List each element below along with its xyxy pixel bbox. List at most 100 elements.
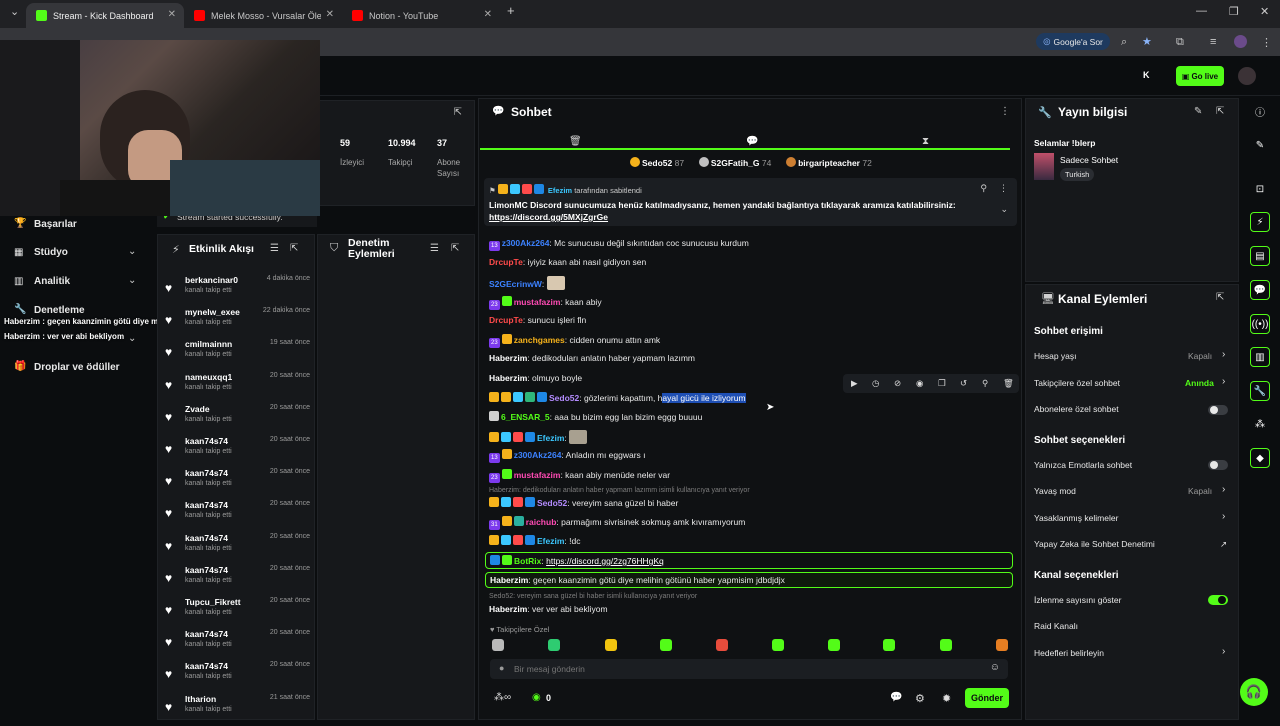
- chat-message[interactable]: DrcupTe: iyiyiz kaan abi nasıl gidiyon s…: [489, 257, 646, 267]
- subscribers-only-toggle[interactable]: [1208, 405, 1228, 415]
- chevron-down-icon[interactable]: ⌄: [1000, 204, 1008, 215]
- emote-icon[interactable]: [883, 639, 895, 651]
- settings-gear-icon[interactable]: ⚙: [915, 692, 925, 705]
- activity-item[interactable]: ♥ mynelw_exee kanalı takip etti 22 dakika ö…: [165, 307, 310, 339]
- profile-avatar[interactable]: [1234, 35, 1247, 48]
- popout-icon[interactable]: ⇱: [290, 243, 298, 254]
- chat-message[interactable]: 23 zanchgames: cidden onumu attın amk: [489, 334, 660, 348]
- activity-item[interactable]: ♥ kaan74s74 kanalı takip etti 20 saat önce: [165, 565, 310, 597]
- emote-icon[interactable]: [996, 639, 1008, 651]
- category-name[interactable]: Sadece Sohbet: [1060, 155, 1118, 165]
- emote-icon[interactable]: [940, 639, 952, 651]
- chat-username[interactable]: Haberzim: [489, 604, 527, 614]
- target-icon[interactable]: ⊡: [1250, 179, 1270, 199]
- google-ask-button[interactable]: ◎ Google'a Sor: [1036, 33, 1110, 50]
- kick-points-icon[interactable]: ⁂∞: [494, 692, 511, 703]
- raid-channel-button[interactable]: Raid Kanalı: [1034, 621, 1078, 631]
- close-icon[interactable]: ✕: [326, 9, 334, 20]
- kick-small-logo-icon[interactable]: K: [1143, 70, 1150, 80]
- activity-item[interactable]: ♥ kaan74s74 kanalı takip etti 20 saat önce: [165, 661, 310, 693]
- chat-message[interactable]: Efezim: !dc: [489, 535, 580, 546]
- tab-kick-dashboard[interactable]: Stream - Kick Dashboard ✕: [26, 3, 184, 28]
- chat-input[interactable]: [514, 661, 974, 677]
- trash-icon[interactable]: 🗑: [569, 136, 582, 147]
- chat-username[interactable]: Sedo52: [549, 393, 579, 403]
- chat-message[interactable]: Efezim:: [489, 430, 589, 444]
- filter-icon[interactable]: ☰: [430, 243, 439, 254]
- chat-message[interactable]: Haberzim: dedikoduları anlatın haber yap…: [489, 353, 695, 363]
- hourglass-icon[interactable]: ⧗: [922, 136, 929, 147]
- filter-icon[interactable]: ☰: [270, 243, 279, 254]
- activity-item[interactable]: ♥ kaan74s74 kanalı takip etti 20 saat önce: [165, 436, 310, 468]
- chat-message[interactable]: 23 mustafazim: kaan abiy: [489, 296, 602, 310]
- tab-search-icon[interactable]: ⌄: [10, 5, 19, 18]
- emote-icon[interactable]: [548, 639, 560, 651]
- chat-username[interactable]: Haberzim: [489, 373, 527, 383]
- chat-username[interactable]: 6_ENSAR_5: [501, 412, 550, 422]
- popout-icon[interactable]: ⇱: [451, 243, 459, 254]
- zoom-icon[interactable]: ⌕: [1121, 36, 1127, 49]
- minimize-icon[interactable]: —: [1196, 5, 1207, 17]
- chat-message[interactable]: Sedo52: gözlerimi kapattım, hayal gücü i…: [489, 392, 746, 403]
- pinned-link[interactable]: https://discord.gg/5MXjZgrGe: [489, 212, 608, 222]
- activity-item[interactable]: ♥ Zvade kanalı takip etti 20 saat önce: [165, 404, 310, 436]
- chat-message[interactable]: 23 mustafazim: kaan abiy menüde neler var: [489, 469, 670, 483]
- emote-icon[interactable]: [772, 639, 784, 651]
- chat-username[interactable]: Efezim: [537, 433, 564, 443]
- send-button[interactable]: Gönder: [965, 688, 1009, 708]
- emote-icon[interactable]: [660, 639, 672, 651]
- pinned-by-user[interactable]: Efezim: [548, 186, 572, 195]
- go-live-button[interactable]: ▣ Go live: [1176, 66, 1224, 86]
- chat-username[interactable]: S2GEcrinwW: [489, 279, 542, 289]
- chat-message[interactable]: Haberzim: geçen kaanzimin götü diye meli…: [485, 572, 1013, 588]
- reply-icon[interactable]: ◉: [916, 378, 923, 389]
- chat-username[interactable]: raichub: [526, 517, 557, 527]
- chat-message[interactable]: DrcupTe: sunucu işleri fln: [489, 315, 586, 325]
- activity-item[interactable]: ♥ kaan74s74 kanalı takip etti 20 saat önce: [165, 629, 310, 661]
- chat-message[interactable]: Haberzim: olmuyo boyle: [489, 373, 582, 383]
- chat-username[interactable]: Efezim: [537, 536, 564, 546]
- chat-username[interactable]: Sedo52: [537, 498, 567, 508]
- activity-item[interactable]: ♥ kaan74s74 kanalı takip etti 20 saat önce: [165, 500, 310, 532]
- undo-icon[interactable]: ↺: [960, 378, 967, 389]
- lightning-icon[interactable]: ⚡: [1250, 212, 1270, 232]
- chat-icon[interactable]: 💬: [1250, 280, 1270, 300]
- pin-icon[interactable]: ⚲: [982, 378, 988, 389]
- broadcast-icon[interactable]: ((•)): [1250, 314, 1270, 334]
- chat-username[interactable]: mustafazim: [514, 297, 561, 307]
- close-window-icon[interactable]: ✕: [1260, 5, 1269, 18]
- emote-icon[interactable]: [828, 639, 840, 651]
- chat-username[interactable]: Haberzim: [489, 353, 527, 363]
- chat-message[interactable]: BotRix: https://discord.gg/2zg76HHgKq: [485, 552, 1013, 569]
- media-icon[interactable]: ≡: [1210, 36, 1216, 48]
- ban-icon[interactable]: ⊘: [894, 378, 901, 389]
- edit-pencil-icon[interactable]: ✎: [1250, 135, 1270, 155]
- play-icon[interactable]: ▶: [851, 378, 858, 389]
- user-avatar[interactable]: [1238, 67, 1256, 85]
- gift-icon[interactable]: ◆: [1250, 448, 1270, 468]
- chat-icon[interactable]: 💬: [890, 692, 902, 703]
- delete-icon[interactable]: 🗑: [1003, 378, 1014, 389]
- chat-message[interactable]: 6_ENSAR_5: aaa bu bizim egg lan bizim eg…: [489, 411, 702, 422]
- bookmark-star-icon[interactable]: ★: [1142, 35, 1152, 48]
- chat-icon[interactable]: 💬: [746, 136, 758, 147]
- activity-item[interactable]: ♥ berkancinar0 kanalı takip etti 4 dakika ö…: [165, 275, 310, 307]
- category-thumbnail[interactable]: [1034, 153, 1054, 180]
- activity-item[interactable]: ♥ kaan74s74 kanalı takip etti 20 saat önce: [165, 468, 310, 500]
- extensions-icon[interactable]: ⧉: [1176, 36, 1184, 49]
- chat-username[interactable]: DrcupTe: [489, 315, 523, 325]
- edit-pencil-icon[interactable]: ✎: [1194, 106, 1202, 117]
- chat-username[interactable]: z300Akz264: [502, 238, 550, 248]
- chat-message[interactable]: 13 z300Akz264: Mc sunucusu değil sıkıntıd…: [489, 238, 749, 251]
- popout-icon[interactable]: ⇱: [1216, 292, 1224, 303]
- wrench-icon[interactable]: 🔧: [1250, 381, 1270, 401]
- chat-message[interactable]: Haberzim: ver ver abi bekliyom: [489, 604, 608, 614]
- activity-item[interactable]: ♥ kaan74s74 kanalı takip etti 20 saat önce: [165, 533, 310, 565]
- tab-notion-youtube[interactable]: Notion - YouTube ✕: [342, 3, 500, 28]
- new-tab-icon[interactable]: +: [507, 3, 515, 18]
- emote-icon[interactable]: [716, 639, 728, 651]
- activity-item[interactable]: ♥ nameuxqq1 kanalı takip etti 20 saat önce: [165, 372, 310, 404]
- chat-message[interactable]: 13 z300Akz264: Anladın mı eggwars ı: [489, 449, 646, 463]
- activity-item[interactable]: ♥ Tupcu_Fikrett kanalı takip etti 20 saat ö…: [165, 597, 310, 629]
- popout-icon[interactable]: ⇱: [454, 107, 462, 118]
